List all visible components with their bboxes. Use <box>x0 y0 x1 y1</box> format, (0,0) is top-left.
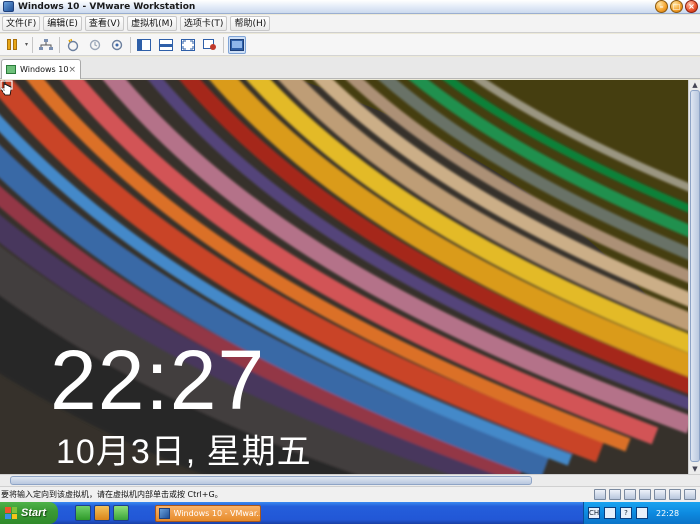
snapshot-revert-icon[interactable] <box>86 36 104 54</box>
quicklaunch-media-icon[interactable] <box>113 505 129 521</box>
network-adapter-icon[interactable] <box>624 489 636 500</box>
tab-label: Windows 10 <box>20 65 69 74</box>
snapshot-manager-icon[interactable] <box>108 36 126 54</box>
volume-icon[interactable] <box>636 507 648 519</box>
menu-tabs[interactable]: 选项卡(T) <box>179 16 228 31</box>
quick-launch <box>75 505 129 521</box>
printer-icon[interactable] <box>669 489 681 500</box>
lockscreen-date: 10月3日, 星期五 <box>56 433 312 471</box>
status-bar: 要将输入定向到该虚拟机，请在虚拟机内部单击或按 Ctrl+G。 <box>0 486 700 502</box>
minimize-button[interactable]: – <box>655 0 668 13</box>
toolbar-separator <box>130 36 132 53</box>
vmware-app-icon <box>3 1 14 12</box>
input-method-icon[interactable] <box>604 507 616 519</box>
windows-taskbar: Start Windows 10 - VMwar... CH ? 22:28 <box>0 502 700 524</box>
taskbar-vmware-button[interactable]: Windows 10 - VMwar... <box>155 505 261 522</box>
title-bar[interactable]: Windows 10 - VMware Workstation – □ × <box>0 0 700 14</box>
sound-icon[interactable] <box>654 489 666 500</box>
window-title: Windows 10 - VMware Workstation <box>18 1 196 12</box>
vm-display[interactable]: 22:27 10月3日, 星期五 <box>0 80 688 474</box>
system-tray: CH ? 22:28 <box>583 502 700 524</box>
usb-icon[interactable] <box>639 489 651 500</box>
toolbar: ▾ <box>0 34 700 56</box>
view-console-icon[interactable] <box>228 35 247 54</box>
view-quick-switch-icon[interactable] <box>157 36 175 54</box>
maximize-button[interactable]: □ <box>670 0 683 13</box>
taskbar-task-label: Windows 10 - VMwar... <box>173 509 260 518</box>
vertical-scroll-thumb[interactable] <box>690 90 700 462</box>
windows-flag-icon <box>5 507 17 519</box>
network-icon[interactable] <box>37 36 55 54</box>
menu-edit[interactable]: 编辑(E) <box>43 16 82 31</box>
vertical-scrollbar[interactable]: ▲ ▼ <box>688 80 700 474</box>
view-fullscreen-icon[interactable] <box>179 36 197 54</box>
pause-icon[interactable] <box>3 36 21 54</box>
menu-file[interactable]: 文件(F) <box>2 16 41 31</box>
language-indicator[interactable]: CH <box>588 507 600 519</box>
close-button[interactable]: × <box>685 0 698 13</box>
network-status-icon[interactable] <box>0 80 16 94</box>
status-message: 要将输入定向到该虚拟机，请在虚拟机内部单击或按 Ctrl+G。 <box>1 490 223 499</box>
harddisk-icon[interactable] <box>594 489 606 500</box>
device-status-icons <box>594 489 696 500</box>
view-unity-icon[interactable] <box>201 36 219 54</box>
vm-icon <box>6 65 16 74</box>
tab-close-icon[interactable]: × <box>68 65 76 75</box>
help-icon[interactable]: ? <box>620 507 632 519</box>
view-normal-icon[interactable] <box>135 36 153 54</box>
cdrom-icon[interactable] <box>609 489 621 500</box>
snapshot-take-icon[interactable] <box>64 36 82 54</box>
window-controls: – □ × <box>655 0 698 13</box>
start-label: Start <box>21 507 47 519</box>
quicklaunch-explorer-icon[interactable] <box>94 505 110 521</box>
tab-strip: Windows 10 × <box>0 57 700 79</box>
scroll-up-icon[interactable]: ▲ <box>691 81 699 89</box>
tab-windows-10[interactable]: Windows 10 × <box>1 59 81 79</box>
menu-vm[interactable]: 虚拟机(M) <box>127 16 177 31</box>
scroll-down-icon[interactable]: ▼ <box>691 465 699 473</box>
toolbar-separator <box>59 36 61 53</box>
vmware-task-icon <box>159 508 170 519</box>
toolbar-separator <box>32 36 34 53</box>
display-icon[interactable] <box>684 489 696 500</box>
menu-bar: 文件(F) 编辑(E) 查看(V) 虚拟机(M) 选项卡(T) 帮助(H) <box>0 15 700 33</box>
toolbar-separator <box>223 36 225 53</box>
vmware-window: Windows 10 - VMware Workstation – □ × 文件… <box>0 0 700 524</box>
lockscreen-clock: 22:27 <box>50 333 266 427</box>
pause-dropdown-icon[interactable]: ▾ <box>25 41 28 48</box>
horizontal-scroll-thumb[interactable] <box>10 476 532 485</box>
menu-view[interactable]: 查看(V) <box>84 16 125 31</box>
quicklaunch-desktop-icon[interactable] <box>75 505 91 521</box>
horizontal-scrollbar[interactable] <box>0 474 700 486</box>
menu-help[interactable]: 帮助(H) <box>230 16 271 31</box>
tray-clock[interactable]: 22:28 <box>656 509 679 518</box>
start-button[interactable]: Start <box>0 502 58 524</box>
